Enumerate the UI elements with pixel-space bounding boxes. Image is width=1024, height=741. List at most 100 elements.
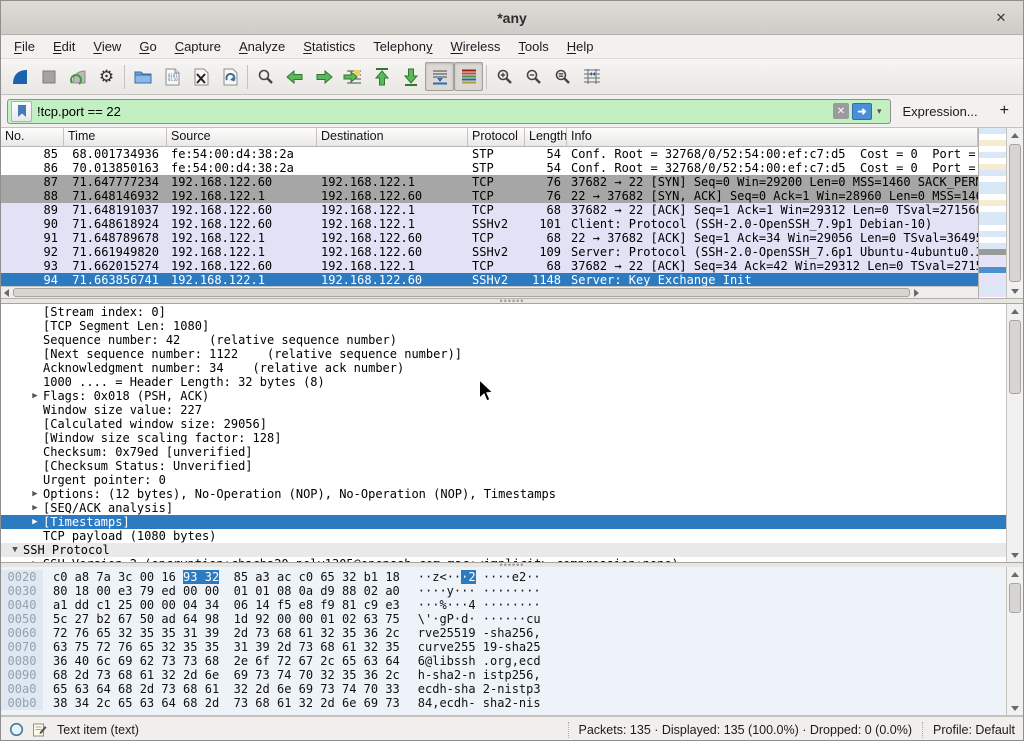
detail-line[interactable]: 1000 .... = Header Length: 32 bytes (8) — [1, 375, 1006, 389]
menu-analyze[interactable]: Analyze — [230, 37, 294, 56]
hex-bytes[interactable]: 36 40 6c 69 62 73 73 68 2e 6f 72 67 2c 6… — [53, 654, 400, 668]
menu-go[interactable]: Go — [130, 37, 165, 56]
detail-line[interactable]: [TCP Segment Len: 1080] — [1, 319, 1006, 333]
menu-tools[interactable]: Tools — [509, 37, 557, 56]
expander-closed-icon[interactable]: ▶ — [27, 487, 43, 501]
packet-row-92[interactable]: 9271.661949820192.168.122.1192.168.122.6… — [1, 245, 978, 259]
scroll-down-button[interactable] — [1007, 284, 1023, 298]
zoom-out-button[interactable] — [519, 62, 548, 91]
filter-value[interactable]: !tcp.port == 22 — [37, 104, 833, 119]
expander-closed-icon[interactable]: ▶ — [27, 389, 43, 403]
hex-bytes[interactable]: 65 63 64 68 2d 73 68 61 32 2d 6e 69 73 7… — [53, 682, 400, 696]
detail-line[interactable]: TCP payload (1080 bytes) — [1, 529, 1006, 543]
colorize-toggle[interactable] — [454, 62, 483, 91]
scroll-down-button[interactable] — [1007, 701, 1023, 715]
hex-bytes[interactable]: 72 76 65 32 35 35 31 39 2d 73 68 61 32 3… — [53, 626, 400, 640]
column-header-info[interactable]: Info — [567, 128, 978, 147]
filter-clear-button[interactable]: ✕ — [833, 103, 849, 119]
detail-line[interactable]: Acknowledgment number: 34 (relative ack … — [1, 361, 1006, 375]
column-header-destination[interactable]: Destination — [317, 128, 468, 147]
go-to-packet-button[interactable] — [338, 62, 367, 91]
detail-line[interactable]: ▶Options: (12 bytes), No-Operation (NOP)… — [1, 487, 1006, 501]
menu-statistics[interactable]: Statistics — [294, 37, 364, 56]
ascii-bytes[interactable]: ecdh-sha 2-nistp3 — [418, 682, 541, 696]
vscroll-thumb[interactable] — [1009, 583, 1021, 613]
find-packet-button[interactable] — [251, 62, 280, 91]
hex-bytes[interactable]: 80 18 00 e3 79 ed 00 00 01 01 08 0a d9 8… — [53, 584, 400, 598]
column-header-protocol[interactable]: Protocol — [468, 128, 525, 147]
capture-options-button[interactable]: ⚙ — [92, 62, 121, 91]
save-file-button[interactable]: 01010110 — [157, 62, 186, 91]
open-file-button[interactable] — [128, 62, 157, 91]
detail-line[interactable]: Checksum: 0x79ed [unverified] — [1, 445, 1006, 459]
close-file-button[interactable] — [186, 62, 215, 91]
ascii-bytes[interactable]: 6@libssh .org,ecd — [418, 654, 541, 668]
packet-row-93[interactable]: 9371.662015274192.168.122.60192.168.122.… — [1, 259, 978, 273]
menu-file[interactable]: File — [5, 37, 44, 56]
detail-line[interactable]: [Stream index: 0] — [1, 305, 1006, 319]
detail-line[interactable]: [Checksum Status: Unverified] — [1, 459, 1006, 473]
details-vscrollbar[interactable] — [1006, 304, 1023, 562]
ascii-bytes[interactable]: h-sha2-n istp256, — [418, 668, 541, 682]
ascii-bytes[interactable]: \'·gP·d· ······cu — [418, 612, 541, 626]
scroll-left-button[interactable] — [1, 287, 12, 298]
hex-bytes[interactable]: a1 dd c1 25 00 00 04 34 06 14 f5 e8 f9 8… — [53, 598, 400, 612]
restart-capture-button[interactable] — [63, 62, 92, 91]
intelligent-scrollbar-minimap[interactable] — [978, 128, 1006, 298]
packet-list-vscrollbar[interactable] — [1006, 128, 1023, 298]
ascii-bytes[interactable]: 84,ecdh- sha2-nis — [418, 696, 541, 710]
hex-bytes[interactable]: 68 2d 73 68 61 32 2d 6e 69 73 74 70 32 3… — [53, 668, 400, 682]
detail-line[interactable]: Urgent pointer: 0 — [1, 473, 1006, 487]
filter-bookmark-button[interactable] — [11, 101, 32, 122]
column-header-time[interactable]: Time — [64, 128, 167, 147]
ascii-bytes[interactable]: ···%···4 ········ — [418, 598, 541, 612]
hscroll-thumb[interactable] — [13, 288, 910, 297]
scroll-right-button[interactable] — [911, 287, 922, 298]
detail-line[interactable]: [Next sequence number: 1122 (relative se… — [1, 347, 1006, 361]
expander-open-icon[interactable]: ▼ — [7, 543, 23, 557]
hex-row-0090[interactable]: 009068 2d 73 68 61 32 2d 6e 69 73 74 70 … — [1, 668, 1006, 682]
reload-file-button[interactable] — [215, 62, 244, 91]
filter-apply-button[interactable]: ➜ — [852, 103, 872, 120]
hex-bytes[interactable]: 5c 27 b2 67 50 ad 64 98 1d 92 00 00 01 0… — [53, 612, 400, 626]
bytes-vscrollbar[interactable] — [1006, 567, 1023, 715]
go-to-first-button[interactable] — [367, 62, 396, 91]
packet-row-87[interactable]: 8771.647777234192.168.122.60192.168.122.… — [1, 175, 978, 189]
start-capture-button[interactable] — [5, 62, 34, 91]
menu-capture[interactable]: Capture — [166, 37, 230, 56]
detail-line[interactable]: Sequence number: 42 (relative sequence n… — [1, 333, 1006, 347]
hex-row-0030[interactable]: 003080 18 00 e3 79 ed 00 00 01 01 08 0a … — [1, 584, 1006, 598]
detail-line[interactable]: [Calculated window size: 29056] — [1, 417, 1006, 431]
detail-line[interactable]: ▼SSH Protocol — [1, 543, 1006, 557]
ascii-bytes[interactable]: curve255 19-sha25 — [418, 640, 541, 654]
go-to-last-button[interactable] — [396, 62, 425, 91]
packet-row-94[interactable]: 9471.663856741192.168.122.1192.168.122.6… — [1, 273, 978, 286]
hex-bytes[interactable]: c0 a8 7a 3c 00 16 93 32 85 a3 ac c0 65 3… — [53, 570, 400, 584]
title-bar[interactable]: *any ✕ — [1, 1, 1023, 35]
ascii-bytes[interactable]: rve25519 -sha256, — [418, 626, 541, 640]
scroll-up-button[interactable] — [1007, 567, 1023, 581]
vscroll-thumb[interactable] — [1009, 320, 1021, 394]
menu-help[interactable]: Help — [558, 37, 603, 56]
scroll-up-button[interactable] — [1007, 304, 1023, 318]
expander-closed-icon[interactable]: ▶ — [27, 515, 43, 529]
expert-info-icon[interactable] — [9, 722, 24, 737]
packet-row-85[interactable]: 8568.001734936fe:54:00:d4:38:2aSTP54Conf… — [1, 147, 978, 161]
hex-dump[interactable]: 0020c0 a8 7a 3c 00 16 93 32 85 a3 ac c0 … — [1, 567, 1006, 715]
scroll-down-button[interactable] — [1007, 548, 1023, 562]
ascii-bytes[interactable]: ····y··· ········ — [418, 584, 541, 598]
hex-selected-bytes[interactable]: 93 32 — [183, 570, 219, 584]
column-header-length[interactable]: Length — [525, 128, 567, 147]
hex-row-0060[interactable]: 006072 76 65 32 35 35 31 39 2d 73 68 61 … — [1, 626, 1006, 640]
zoom-in-button[interactable] — [490, 62, 519, 91]
ascii-bytes[interactable]: ··z<···2 ····e2·· — [418, 570, 541, 584]
hex-bytes[interactable]: 38 34 2c 65 63 64 68 2d 73 68 61 32 2d 6… — [53, 696, 400, 710]
detail-line[interactable]: ▶Flags: 0x018 (PSH, ACK) — [1, 389, 1006, 403]
go-forward-button[interactable] — [309, 62, 338, 91]
packet-row-89[interactable]: 8971.648191037192.168.122.60192.168.122.… — [1, 203, 978, 217]
auto-scroll-toggle[interactable] — [425, 62, 454, 91]
resize-columns-button[interactable] — [577, 62, 606, 91]
packet-list-hscrollbar[interactable] — [1, 286, 978, 298]
packet-row-86[interactable]: 8670.013850163fe:54:00:d4:38:2aSTP54Conf… — [1, 161, 978, 175]
hex-row-00b0[interactable]: 00b038 34 2c 65 63 64 68 2d 73 68 61 32 … — [1, 696, 1006, 710]
